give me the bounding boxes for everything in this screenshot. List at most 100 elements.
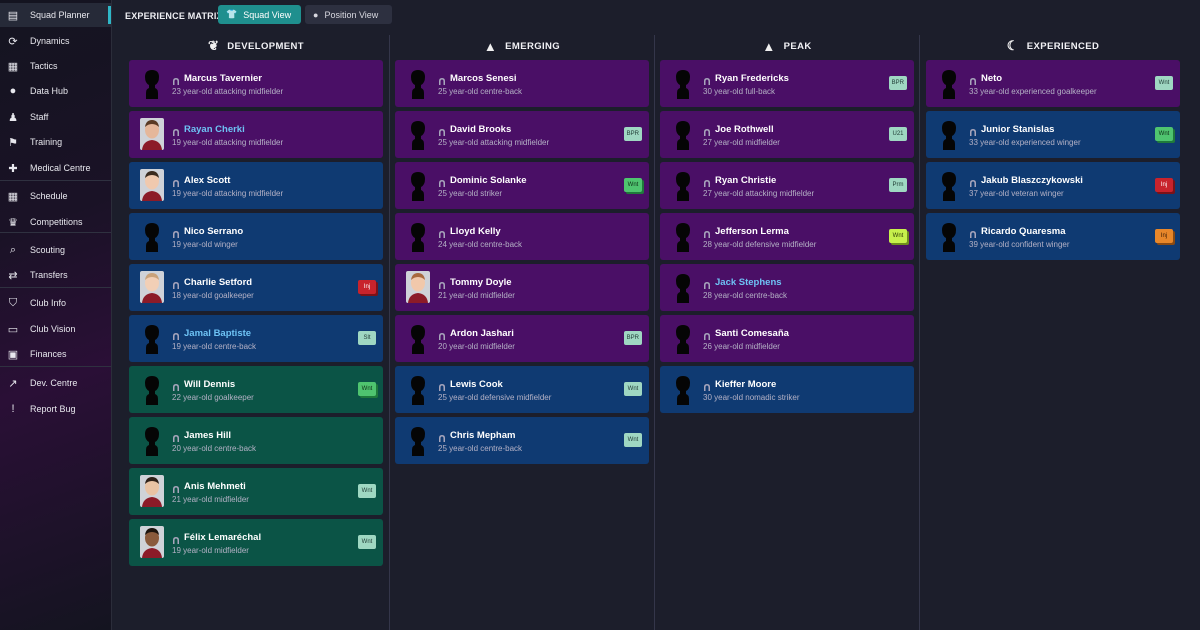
player-card[interactable]: Jack Stephens 28 year-old centre-back (660, 264, 914, 311)
player-status-icon (703, 73, 711, 85)
player-card[interactable]: Jamal Baptiste 19 year-old centre-back Slt (129, 315, 383, 362)
player-name[interactable]: Joe Rothwell (715, 124, 774, 135)
player-photo (403, 271, 433, 303)
squad-view-button[interactable]: 👕 Squad View (218, 5, 301, 24)
sidebar-item-squad-planner[interactable]: ▤ Squad Planner (0, 3, 111, 27)
player-name[interactable]: David Brooks (450, 124, 511, 135)
player-card[interactable]: Ryan Christie 27 year-old attacking midfi… (660, 162, 914, 209)
player-name[interactable]: Jefferson Lerma (715, 226, 789, 237)
player-name[interactable]: Santi Comesaña (715, 328, 789, 339)
player-name[interactable]: Kieffer Moore (715, 379, 776, 390)
player-status-icon (172, 124, 180, 136)
player-name[interactable]: Ardon Jashari (450, 328, 514, 339)
sidebar-item-dev-centre[interactable]: ↗ Dev. Centre (0, 371, 111, 395)
player-status-icon (438, 430, 446, 442)
position-view-button[interactable]: ● Position View (305, 5, 392, 24)
player-card[interactable]: Marcos Senesi 25 year-old centre-back (395, 60, 649, 107)
player-name[interactable]: Jamal Baptiste (184, 328, 251, 339)
sidebar-item-label: Competitions (30, 217, 83, 227)
player-card[interactable]: David Brooks 25 year-old attacking midfie… (395, 111, 649, 158)
player-card[interactable]: Jefferson Lerma 28 year-old defensive mid… (660, 213, 914, 260)
sidebar-item-medical-centre[interactable]: ✚ Medical Centre (0, 156, 111, 180)
sidebar-divider (0, 232, 111, 233)
player-name[interactable]: Félix Lemaréchal (184, 532, 261, 543)
player-silhouette-icon (403, 67, 433, 99)
player-name[interactable]: Ryan Christie (715, 175, 776, 186)
player-name[interactable]: Jakub Blaszczykowski (981, 175, 1083, 186)
trophy-icon: ♛ (8, 216, 18, 229)
player-card[interactable]: Ardon Jashari 20 year-old midfielder BPR (395, 315, 649, 362)
player-silhouette-icon (668, 271, 698, 303)
player-description: 25 year-old striker (438, 189, 503, 198)
player-card[interactable]: Lewis Cook 25 year-old defensive midfield… (395, 366, 649, 413)
player-card[interactable]: Jakub Blaszczykowski 37 year-old veteran … (926, 162, 1180, 209)
player-name[interactable]: Marcus Tavernier (184, 73, 262, 84)
player-description: 21 year-old midfielder (172, 495, 249, 504)
player-silhouette-icon (668, 67, 698, 99)
status-badge: Wnt (889, 229, 907, 243)
player-name[interactable]: Ryan Fredericks (715, 73, 789, 84)
player-card[interactable]: Félix Lemaréchal 19 year-old midfielder Wn… (129, 519, 383, 566)
player-name[interactable]: James Hill (184, 430, 231, 441)
player-card[interactable]: Marcus Tavernier 23 year-old attacking mi… (129, 60, 383, 107)
player-description: 33 year-old experienced winger (969, 138, 1081, 147)
player-card[interactable]: Nico Serrano 19 year-old winger (129, 213, 383, 260)
player-card[interactable]: Charlie Setford 18 year-old goalkeeper Inj (129, 264, 383, 311)
sidebar-item-training[interactable]: ⚑ Training (0, 130, 111, 154)
player-name[interactable]: Lloyd Kelly (450, 226, 501, 237)
sidebar-item-tactics[interactable]: ▦ Tactics (0, 54, 111, 78)
player-status-icon (438, 73, 446, 85)
sidebar-item-scouting[interactable]: ⌕ Scouting (0, 238, 111, 262)
player-name[interactable]: Will Dennis (184, 379, 235, 390)
player-photo (137, 475, 167, 507)
sidebar-item-schedule[interactable]: ▦ Schedule (0, 184, 111, 208)
sidebar-item-data-hub[interactable]: ● Data Hub (0, 79, 111, 103)
sidebar-item-finances[interactable]: ▣ Finances (0, 342, 111, 366)
sidebar: ▤ Squad Planner ⟳ Dynamics ▦ Tactics ● Data Hub… (0, 0, 112, 630)
player-card[interactable]: Lloyd Kelly 24 year-old centre-back (395, 213, 649, 260)
sidebar-item-dynamics[interactable]: ⟳ Dynamics (0, 29, 111, 53)
player-name[interactable]: Charlie Setford (184, 277, 252, 288)
player-name[interactable]: Lewis Cook (450, 379, 503, 390)
player-name[interactable]: Neto (981, 73, 1002, 84)
player-description: 25 year-old centre-back (438, 87, 523, 96)
player-card[interactable]: Chris Mepham 25 year-old centre-back Wnt (395, 417, 649, 464)
player-card[interactable]: Neto 33 year-old experienced goalkeeper Wn… (926, 60, 1180, 107)
sidebar-item-report-bug[interactable]: ! Report Bug (0, 397, 111, 421)
sidebar-item-transfers[interactable]: ⇄ Transfers (0, 263, 111, 287)
player-name[interactable]: Marcos Senesi (450, 73, 517, 84)
player-name[interactable]: Alex Scott (184, 175, 230, 186)
sidebar-item-label: Club Vision (30, 324, 76, 334)
player-card[interactable]: Ricardo Quaresma 39 year-old confident wi… (926, 213, 1180, 260)
player-card[interactable]: Will Dennis 22 year-old goalkeeper Wnt (129, 366, 383, 413)
player-name[interactable]: Junior Stanislas (981, 124, 1054, 135)
player-card[interactable]: Anis Mehmeti 21 year-old midfielder Wnt (129, 468, 383, 515)
player-card[interactable]: Santi Comesaña 26 year-old midfielder (660, 315, 914, 362)
player-name[interactable]: Ricardo Quaresma (981, 226, 1065, 237)
player-description: 21 year-old midfielder (438, 291, 515, 300)
player-card[interactable]: Kieffer Moore 30 year-old nomadic striker (660, 366, 914, 413)
player-name[interactable]: Anis Mehmeti (184, 481, 246, 492)
player-name[interactable]: Tommy Doyle (450, 277, 512, 288)
player-status-icon (438, 328, 446, 340)
sidebar-item-club-info[interactable]: ⛉ Club Info (0, 291, 111, 315)
player-card[interactable]: Tommy Doyle 21 year-old midfielder (395, 264, 649, 311)
player-name[interactable]: Chris Mepham (450, 430, 515, 441)
player-name[interactable]: Dominic Solanke (450, 175, 527, 186)
player-card[interactable]: Dominic Solanke 25 year-old striker Wnt (395, 162, 649, 209)
sidebar-item-competitions[interactable]: ♛ Competitions (0, 210, 111, 234)
player-card[interactable]: Joe Rothwell 27 year-old midfielder U21 (660, 111, 914, 158)
sidebar-item-club-vision[interactable]: ▭ Club Vision (0, 317, 111, 341)
player-card[interactable]: Alex Scott 19 year-old attacking midfield… (129, 162, 383, 209)
player-card[interactable]: Ryan Fredericks 30 year-old full-back BPR (660, 60, 914, 107)
sidebar-item-staff[interactable]: ♟ Staff (0, 105, 111, 129)
player-name[interactable]: Rayan Cherki (184, 124, 245, 135)
player-name[interactable]: Nico Serrano (184, 226, 243, 237)
player-card[interactable]: Rayan Cherki 19 year-old attacking midfie… (129, 111, 383, 158)
player-name[interactable]: Jack Stephens (715, 277, 782, 288)
status-badge: Wnt (358, 484, 376, 498)
player-description: 30 year-old nomadic striker (703, 393, 800, 402)
player-description: 39 year-old confident winger (969, 240, 1070, 249)
player-card[interactable]: James Hill 20 year-old centre-back (129, 417, 383, 464)
player-card[interactable]: Junior Stanislas 33 year-old experienced … (926, 111, 1180, 158)
